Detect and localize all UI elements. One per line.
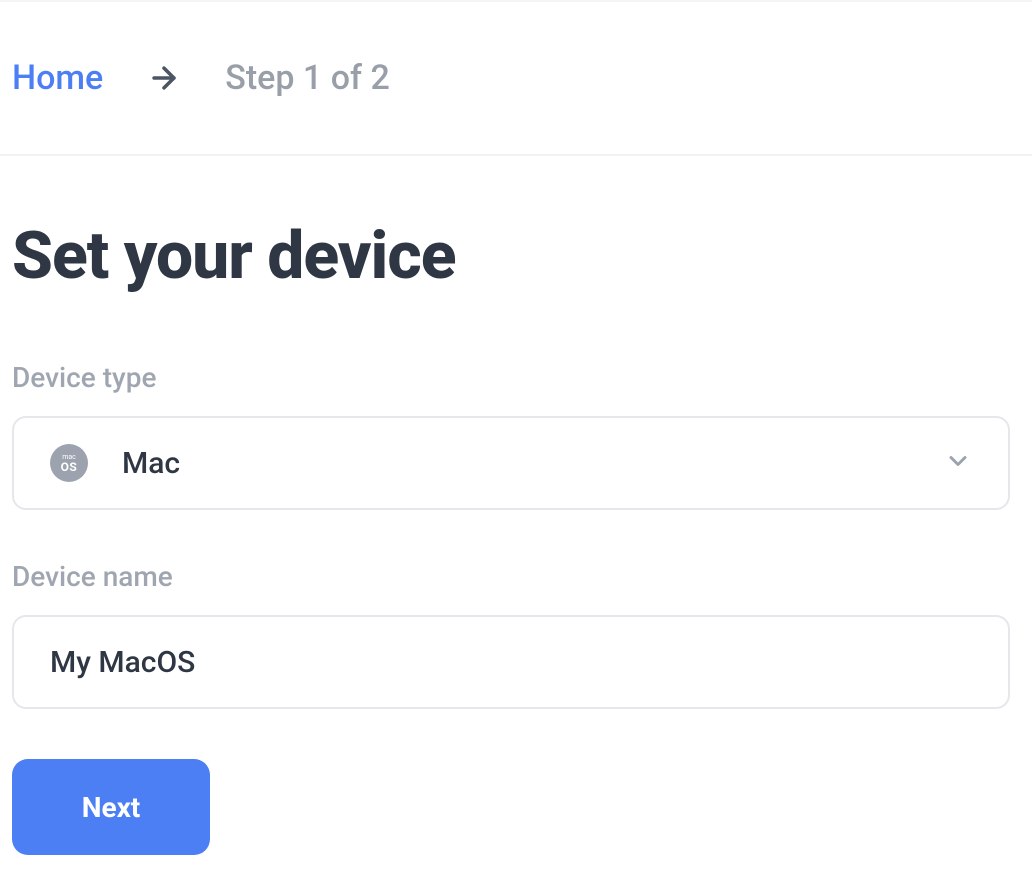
breadcrumb: Home Step 1 of 2: [0, 2, 1032, 156]
macos-icon-bottom: OS: [61, 461, 78, 473]
chevron-down-icon: [944, 447, 972, 479]
main-content: Set your device Device type mac OS Mac D…: [0, 156, 1032, 855]
breadcrumb-home-link[interactable]: Home: [12, 58, 103, 98]
device-name-input-wrapper: [12, 615, 1020, 709]
next-button[interactable]: Next: [12, 759, 210, 855]
macos-icon: mac OS: [50, 444, 88, 482]
breadcrumb-step-label: Step 1 of 2: [225, 58, 390, 98]
device-name-label: Device name: [12, 560, 1020, 593]
arrow-right-icon: [147, 61, 181, 95]
device-name-input[interactable]: [12, 615, 1010, 709]
device-type-select[interactable]: mac OS Mac: [12, 416, 1010, 510]
page-title: Set your device: [12, 218, 1020, 295]
device-type-value: Mac: [122, 446, 180, 481]
device-type-label: Device type: [12, 361, 1020, 394]
device-type-select-wrapper: mac OS Mac: [12, 416, 1020, 510]
